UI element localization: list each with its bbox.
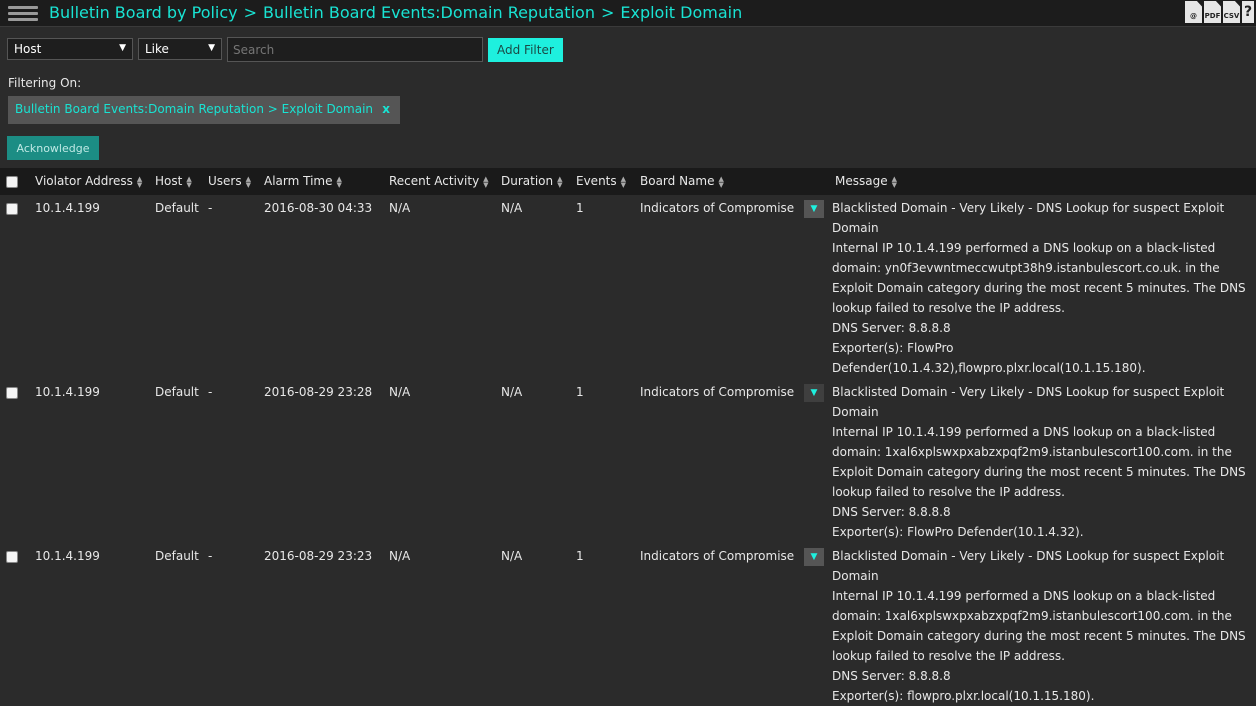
users-cell: -	[208, 201, 213, 215]
alarm-time-cell: 2016-08-29 23:23	[264, 549, 373, 563]
sort-arrows-icon: ▲ ▼	[186, 174, 192, 189]
row-checkbox[interactable]	[6, 387, 18, 399]
events-cell: 1	[576, 201, 584, 215]
row-checkbox[interactable]	[6, 203, 18, 215]
message-exporters: Exporter(s): flowpro.plxr.local(10.1.15.…	[832, 689, 1095, 703]
users-cell: -	[208, 549, 213, 563]
message-body: Internal IP 10.1.4.199 performed a DNS l…	[832, 241, 1246, 315]
filter-toolbar: Host ▼ Like ▼ Add Filter	[7, 37, 563, 62]
board-name-cell: Indicators of Compromise	[640, 385, 795, 399]
message-title: Blacklisted Domain - Very Likely - DNS L…	[832, 549, 1225, 583]
breadcrumb-item-current: Exploit Domain	[620, 3, 743, 22]
events-cell: 1	[576, 385, 584, 399]
host-cell: Default	[155, 549, 199, 563]
remove-filter-icon[interactable]: x	[382, 102, 390, 116]
sort-arrows-icon: ▲ ▼	[891, 174, 897, 189]
add-filter-button[interactable]: Add Filter	[488, 38, 563, 62]
message-cell: Blacklisted Domain - Very Likely - DNS L…	[832, 546, 1252, 706]
sort-arrows-icon: ▲ ▼	[483, 174, 489, 189]
events-cell: 1	[576, 549, 584, 563]
column-header-alarm-time[interactable]: Alarm Time ▲ ▼	[264, 174, 342, 188]
alarm-time-cell: 2016-08-30 04:33	[264, 201, 373, 215]
message-title: Blacklisted Domain - Very Likely - DNS L…	[832, 201, 1225, 235]
sort-arrows-icon: ▲ ▼	[718, 174, 724, 189]
message-title: Blacklisted Domain - Very Likely - DNS L…	[832, 385, 1225, 419]
column-header-duration[interactable]: Duration ▲ ▼	[501, 174, 563, 188]
column-header-violator[interactable]: Violator Address ▲ ▼	[35, 174, 142, 188]
select-all-checkbox[interactable]	[6, 176, 18, 188]
breadcrumb: Bulletin Board by Policy > Bulletin Board …	[49, 3, 742, 22]
message-cell: Blacklisted Domain - Very Likely - DNS L…	[832, 382, 1252, 542]
duration-cell: N/A	[501, 549, 523, 563]
board-name-cell: Indicators of Compromise	[640, 201, 795, 215]
column-header-board-name[interactable]: Board Name ▲ ▼	[640, 174, 724, 188]
message-body: Internal IP 10.1.4.199 performed a DNS l…	[832, 425, 1246, 499]
breadcrumb-separator: >	[243, 3, 258, 22]
alarm-time-cell: 2016-08-29 23:28	[264, 385, 373, 399]
caret-down-icon: ▼	[208, 43, 215, 53]
column-header-users[interactable]: Users ▲ ▼	[208, 174, 251, 188]
message-dns: DNS Server: 8.8.8.8	[832, 669, 951, 683]
board-name-cell: Indicators of Compromise	[640, 549, 795, 563]
table-row[interactable]: 10.1.4.199 Default - 2016-08-29 23:23 N/…	[0, 545, 1256, 703]
column-header-recent-activity[interactable]: Recent Activity ▲ ▼	[389, 174, 489, 188]
column-header-events[interactable]: Events ▲ ▼	[576, 174, 626, 188]
sort-arrows-icon: ▲ ▼	[245, 174, 251, 189]
violator-address[interactable]: 10.1.4.199	[35, 385, 100, 399]
duration-cell: N/A	[501, 385, 523, 399]
duration-cell: N/A	[501, 201, 523, 215]
filter-operator-select[interactable]: Like ▼	[138, 38, 222, 60]
search-input[interactable]	[227, 37, 483, 62]
sort-arrows-icon: ▲ ▼	[136, 174, 143, 189]
message-dns: DNS Server: 8.8.8.8	[832, 321, 951, 335]
table-row[interactable]: 10.1.4.199 Default - 2016-08-30 04:33 N/…	[0, 197, 1256, 377]
filtering-label: Filtering On:	[8, 76, 82, 90]
title-bar: Bulletin Board by Policy > Bulletin Board …	[0, 0, 1256, 27]
sort-arrows-icon: ▲ ▼	[557, 174, 563, 189]
host-cell: Default	[155, 385, 199, 399]
message-exporters: Exporter(s): FlowPro Defender(10.1.4.32)…	[832, 341, 1146, 375]
filter-chip-label: Bulletin Board Events:Domain Reputation …	[15, 102, 374, 116]
users-cell: -	[208, 385, 213, 399]
table-row[interactable]: 10.1.4.199 Default - 2016-08-29 23:28 N/…	[0, 381, 1256, 541]
export-toolbar: @ PDF CSV ?	[1185, 1, 1254, 23]
help-icon[interactable]: ?	[1242, 1, 1254, 23]
hamburger-menu-icon[interactable]	[8, 3, 38, 25]
email-export-icon[interactable]: @	[1185, 1, 1202, 23]
recent-activity-cell: N/A	[389, 201, 411, 215]
row-checkbox[interactable]	[6, 551, 18, 563]
filter-field-select[interactable]: Host ▼	[7, 38, 133, 60]
breadcrumb-item[interactable]: Bulletin Board Events:Domain Reputation	[263, 3, 595, 22]
host-cell: Default	[155, 201, 199, 215]
row-menu-triangle-down-icon[interactable]: ▼	[804, 548, 824, 566]
pdf-export-icon[interactable]: PDF	[1204, 1, 1221, 23]
recent-activity-cell: N/A	[389, 549, 411, 563]
table-header: Violator Address ▲ ▼ Host ▲ ▼ Users ▲ ▼ Alarm …	[0, 168, 1256, 195]
sort-arrows-icon: ▲ ▼	[620, 174, 627, 189]
acknowledge-button[interactable]: Acknowledge	[7, 136, 99, 160]
filter-field-value: Host	[14, 42, 42, 56]
column-header-message[interactable]: Message ▲ ▼	[835, 174, 897, 188]
message-dns: DNS Server: 8.8.8.8	[832, 505, 951, 519]
row-menu-triangle-down-icon[interactable]: ▼	[804, 384, 824, 402]
column-header-host[interactable]: Host ▲ ▼	[155, 174, 192, 188]
row-menu-triangle-down-icon[interactable]: ▼	[804, 200, 824, 218]
breadcrumb-separator: >	[600, 3, 615, 22]
filter-operator-value: Like	[145, 42, 169, 56]
sort-arrows-icon: ▲ ▼	[336, 174, 342, 189]
message-body: Internal IP 10.1.4.199 performed a DNS l…	[832, 589, 1246, 663]
violator-address[interactable]: 10.1.4.199	[35, 201, 100, 215]
filter-chip: Bulletin Board Events:Domain Reputation …	[8, 96, 400, 124]
breadcrumb-item[interactable]: Bulletin Board by Policy	[49, 3, 238, 22]
message-exporters: Exporter(s): FlowPro Defender(10.1.4.32)…	[832, 525, 1084, 539]
message-cell: Blacklisted Domain - Very Likely - DNS L…	[832, 198, 1252, 378]
csv-export-icon[interactable]: CSV	[1223, 1, 1240, 23]
recent-activity-cell: N/A	[389, 385, 411, 399]
violator-address[interactable]: 10.1.4.199	[35, 549, 100, 563]
caret-down-icon: ▼	[119, 43, 126, 53]
